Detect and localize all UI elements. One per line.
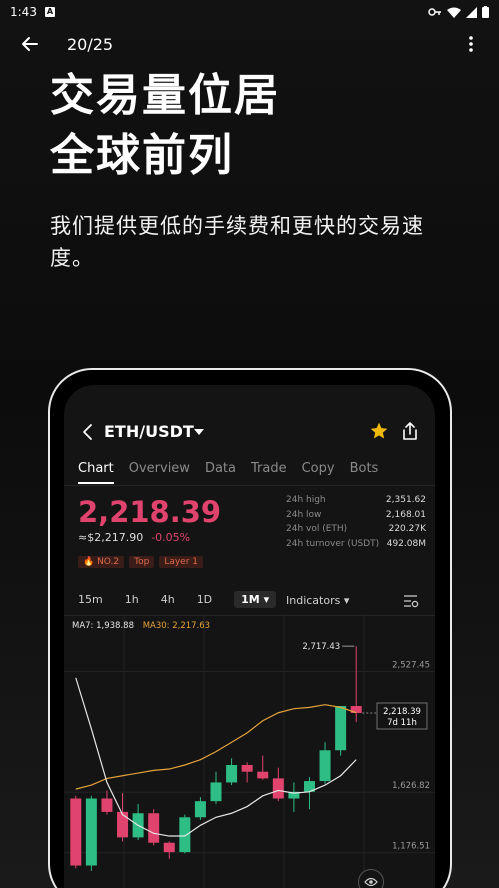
candle-body	[226, 765, 238, 783]
hero-subtitle: 我们提供更低的手续费和更快的交易速度。	[50, 214, 424, 270]
candle-body	[148, 813, 160, 843]
stats-panel: 24h high 2,351.62 24h low 2,168.01 24h vol…	[286, 495, 426, 553]
candle-body	[241, 765, 253, 772]
interval-15m: 15m	[78, 593, 103, 606]
stat-row: 24h vol (ETH) 220.27K	[286, 524, 426, 534]
y-tick-label: 2,527.45	[392, 661, 430, 671]
phone-mockup-screen: ETH/USDT Chart Overview Data Trade Copy …	[64, 385, 435, 888]
hero-title-line1: 交易量位居	[50, 70, 280, 121]
wifi-icon	[447, 7, 461, 18]
divider	[64, 485, 435, 486]
back-arrow-icon[interactable]	[20, 34, 40, 54]
caret-down-icon	[194, 429, 204, 435]
candle-body	[194, 801, 206, 818]
candle-body	[85, 798, 97, 866]
y-tick-label: 1,626.82	[392, 781, 430, 791]
ma30-label: MA30: 2,217.63	[142, 621, 211, 631]
tab-overview: Overview	[128, 461, 190, 476]
tab-trade: Trade	[251, 461, 287, 476]
share-icon	[403, 422, 417, 440]
candle-body	[272, 778, 284, 799]
vpn-key-icon	[428, 8, 441, 16]
high-label: 2,717.43	[302, 642, 340, 652]
stat-row: 24h high 2,351.62	[286, 495, 426, 505]
candlestick-chart: 2,527.451,626.821,176.512,717.43881.002,…	[64, 615, 435, 888]
top-bar: 20/25	[0, 30, 499, 58]
page-counter: 20/25	[67, 35, 114, 54]
market-tabs: Chart Overview Data Trade Copy Bots	[78, 461, 393, 484]
candle-body	[101, 798, 113, 812]
indicators-dropdown: Indicators ▾	[286, 594, 350, 607]
last-price: 2,218.39	[78, 495, 222, 529]
candle-body	[257, 771, 269, 779]
interval-1d: 1D	[196, 593, 213, 606]
hero-title-line2: 全球前列	[50, 130, 234, 181]
y-tick-label: 1,176.51	[392, 842, 430, 852]
price-sub: ≈$2,217.90 -0.05%	[78, 531, 190, 544]
battery-icon	[482, 6, 489, 18]
stat-row: 24h turnover (USDT) 492.08M	[286, 538, 426, 549]
tab-copy: Copy	[301, 461, 335, 476]
candle-body	[319, 750, 331, 782]
candle-body	[335, 706, 347, 751]
notification-icon: A	[44, 7, 55, 17]
candle-body	[210, 782, 222, 802]
eye-button	[358, 869, 384, 888]
price-fiat: ≈$2,217.90	[78, 531, 144, 544]
eye-icon	[364, 877, 378, 887]
rank-badge: 🔥 NO.2	[78, 556, 125, 568]
candle-body	[179, 817, 191, 853]
pair-header: ETH/USDT	[64, 419, 435, 445]
interval-1h: 1h	[124, 593, 139, 606]
status-bar: 1:43 A	[0, 0, 499, 24]
pair-name: ETH/USDT	[104, 422, 194, 441]
top-badge: Top	[129, 556, 155, 568]
interval-selector: 15m 1h 4h 1D 1M ▾	[78, 591, 296, 608]
candle-body	[70, 798, 82, 866]
layer-badge: Layer 1	[159, 556, 203, 568]
countdown-label: 7d 11h	[387, 718, 417, 728]
candle-body	[163, 842, 175, 853]
chevron-left-icon	[83, 424, 92, 440]
interval-4h: 4h	[160, 593, 175, 606]
current-price-label: 2,218.39	[383, 707, 421, 717]
price-change: -0.05%	[151, 531, 191, 544]
tab-chart: Chart	[78, 461, 114, 484]
ma-legend: MA7: 1,938.88 MA30: 2,217.63	[72, 621, 210, 631]
signal-icon	[466, 6, 477, 18]
candle-body	[117, 811, 129, 838]
hero-title: 交易量位居 全球前列	[50, 66, 280, 186]
tab-bots: Bots	[349, 461, 379, 476]
tab-data: Data	[204, 461, 236, 476]
chart-settings-icon	[404, 595, 419, 608]
stat-row: 24h low 2,168.01	[286, 509, 426, 520]
star-icon	[370, 422, 388, 439]
interval-1m: 1M ▾	[234, 591, 277, 608]
ma7-label: MA7: 1,938.88	[72, 621, 134, 631]
status-time: 1:43	[10, 5, 37, 19]
more-vert-icon[interactable]	[461, 34, 481, 54]
badges: 🔥 NO.2 Top Layer 1	[78, 556, 203, 568]
